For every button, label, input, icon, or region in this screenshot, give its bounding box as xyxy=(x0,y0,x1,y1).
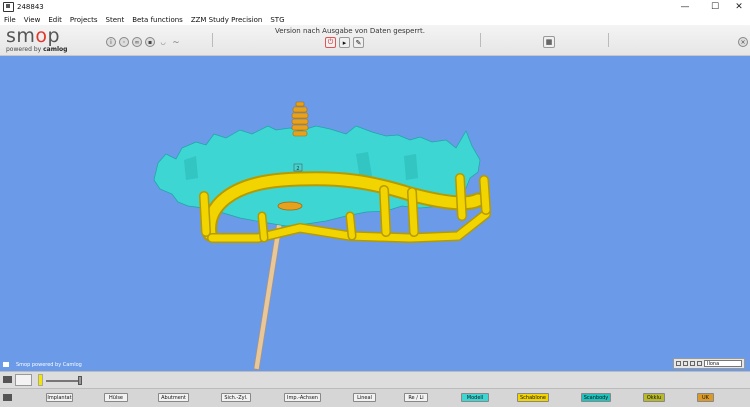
toolbar-separator xyxy=(212,33,213,47)
camera-icon[interactable]: ▪ xyxy=(145,37,155,47)
toggle-imp-achsen[interactable]: Imp.-Achsen xyxy=(284,393,321,402)
menu-stent[interactable]: Stent xyxy=(102,16,129,24)
menu-zzm-study-precision[interactable]: ZZM Study Precision xyxy=(187,16,267,24)
minimize-button[interactable]: — xyxy=(674,0,696,14)
app-icon xyxy=(3,2,14,12)
line-icon[interactable]: ⁓ xyxy=(171,37,181,47)
toolbar-separator xyxy=(608,33,609,47)
curve-icon[interactable]: ◡ xyxy=(158,37,168,47)
toggle-okklu[interactable]: Okklu xyxy=(643,393,665,402)
power-icon[interactable]: ⏻ xyxy=(325,37,336,48)
toggle-implantat[interactable]: Implantat xyxy=(46,393,73,402)
model-shading xyxy=(184,156,198,180)
logo-wordmark: smop xyxy=(6,25,61,47)
bulb-icon[interactable]: ◦ xyxy=(119,37,129,47)
tool-button[interactable] xyxy=(15,374,32,386)
reset-view-icon[interactable] xyxy=(697,361,702,366)
lock-tools-group: ⏻ ▸ ✎ xyxy=(325,37,364,48)
toggle-modell[interactable]: Modell xyxy=(461,393,489,402)
3d-viewport[interactable]: 2 Smop powered by Camlog Ilona xyxy=(0,56,750,371)
maximize-button[interactable]: ☐ xyxy=(704,0,726,14)
status-message: Version nach Ausgabe von Daten gesperrt. xyxy=(274,27,425,35)
info-icon[interactable]: i xyxy=(106,37,116,47)
panel-icon[interactable] xyxy=(3,376,12,383)
implant xyxy=(291,101,309,137)
menu-projects[interactable]: Projects xyxy=(66,16,102,24)
layout-icon[interactable]: ▦ xyxy=(543,36,555,48)
panel-icon[interactable] xyxy=(3,394,12,401)
visibility-toggle-bar: Implantat Hülse Abutment Sich.-Zyl. Imp.… xyxy=(0,388,750,407)
menu-beta-functions[interactable]: Beta functions xyxy=(128,16,187,24)
toggle-sich-zyl[interactable]: Sich.-Zyl. xyxy=(221,393,251,402)
toolbar-separator xyxy=(480,33,481,47)
menu-bar: File View Edit Projects Stent Beta funct… xyxy=(0,14,750,25)
zoom-icon[interactable] xyxy=(676,361,681,366)
toggle-re-li[interactable]: Re / Li xyxy=(404,393,428,402)
export-icon[interactable]: ▸ xyxy=(339,37,350,48)
menu-stg[interactable]: STG xyxy=(266,16,288,24)
close-button[interactable]: ✕ xyxy=(728,0,750,14)
toggle-uk[interactable]: UK xyxy=(697,393,714,402)
rotate-icon[interactable] xyxy=(683,361,688,366)
toggle-lineal[interactable]: Lineal xyxy=(353,393,376,402)
smop-logo: smop powered by camlog xyxy=(6,25,68,54)
view-tools-group: i ◦ ∞ ▪ ◡ ⁓ xyxy=(106,37,181,47)
color-indicator[interactable] xyxy=(38,374,43,386)
title-bar: 248843 xyxy=(0,0,750,14)
logo-tagline: powered by camlog xyxy=(6,46,68,53)
viewport-logo-icon xyxy=(3,362,9,367)
dental-model-render: 2 xyxy=(153,101,491,370)
menu-view[interactable]: View xyxy=(20,16,45,24)
viewport-caption: Smop powered by Camlog xyxy=(16,362,82,368)
window-title: 248843 xyxy=(17,3,44,11)
menu-file[interactable]: File xyxy=(0,16,20,24)
viewport-controls: Ilona xyxy=(673,358,745,369)
opacity-slider-track[interactable] xyxy=(46,380,82,382)
toggle-scanbody[interactable]: Scanbody xyxy=(581,393,611,402)
pan-icon[interactable] xyxy=(690,361,695,366)
menu-edit[interactable]: Edit xyxy=(44,16,66,24)
opacity-slider-handle[interactable] xyxy=(78,376,82,385)
slider-bar xyxy=(0,371,750,388)
glasses-icon[interactable]: ∞ xyxy=(132,37,142,47)
close-view-icon[interactable]: × xyxy=(738,37,748,47)
drill-sleeve xyxy=(277,201,303,211)
toggle-huelse[interactable]: Hülse xyxy=(104,393,128,402)
tools-icon[interactable]: ✎ xyxy=(353,37,364,48)
implant-marker-label: 2 xyxy=(296,166,299,172)
view-select[interactable]: Ilona xyxy=(704,360,742,367)
toggle-abutment[interactable]: Abutment xyxy=(158,393,189,402)
model-shading xyxy=(404,154,418,180)
toggle-schablone[interactable]: Schablone xyxy=(517,393,549,402)
